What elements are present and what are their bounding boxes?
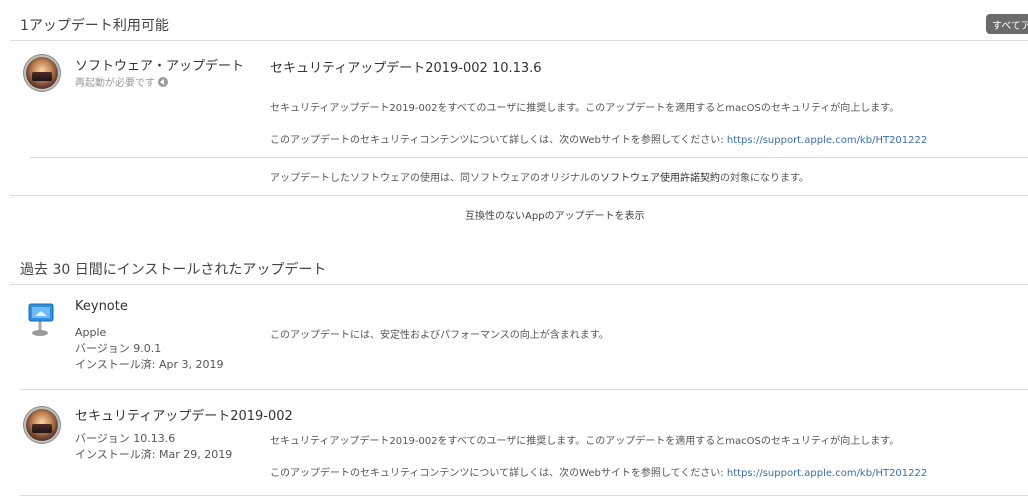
license-suffix: の対象になります。 — [720, 173, 809, 184]
installed-app-description: このアップデートには、安定性およびパフォーマンスの向上が含まれます。 — [270, 330, 609, 341]
divider — [10, 284, 1028, 285]
installed-app-name: Keynote — [75, 299, 128, 314]
support-link[interactable]: https://support.apple.com/kb/HT201222 — [727, 135, 927, 146]
show-incompatible-updates-link[interactable]: 互換性のないAppのアップデートを表示 — [465, 207, 645, 222]
installed-app-more-info: このアップデートのセキュリティコンテンツについて詳しくは、次のWebサイトを参照… — [270, 464, 927, 479]
keynote-icon — [28, 303, 54, 336]
divider — [10, 40, 1028, 41]
divider — [20, 389, 1028, 390]
restart-required-note: 再起動が必要です — [75, 74, 168, 89]
update-all-button[interactable]: すべてア — [986, 14, 1028, 34]
available-updates-title: 1アップデート利用可能 — [20, 18, 169, 34]
installed-app-version: バージョン 9.0.1 — [75, 342, 162, 355]
update-description: セキュリティアップデート2019-002をすべてのユーザに推奨します。このアップ… — [270, 103, 900, 114]
installed-app-date: インストール済: Mar 29, 2019 — [75, 448, 233, 461]
more-info-text: このアップデートのセキュリティコンテンツについて詳しくは、次のWebサイトを参照… — [270, 468, 727, 479]
installed-app-version: バージョン 10.13.6 — [75, 432, 176, 445]
support-link[interactable]: https://support.apple.com/kb/HT201222 — [727, 468, 927, 479]
macos-icon — [26, 57, 58, 89]
restart-note-text: 再起動が必要です — [75, 78, 155, 89]
license-prefix: アップデートしたソフトウェアの使用は、同ソフトウェアのオリジナルの — [270, 173, 600, 184]
license-note: アップデートしたソフトウェアの使用は、同ソフトウェアのオリジナルのソフトウェア使… — [270, 169, 809, 184]
divider — [20, 495, 1028, 496]
divider — [30, 157, 1028, 158]
restart-icon[interactable] — [158, 77, 168, 87]
more-info-text: このアップデートのセキュリティコンテンツについて詳しくは、次のWebサイトを参照… — [270, 135, 727, 146]
installed-app-date: インストール済: Apr 3, 2019 — [75, 358, 224, 371]
installed-updates-title: 過去 30 日間にインストールされたアップデート — [20, 262, 327, 278]
installed-app-vendor: Apple — [75, 326, 107, 339]
installed-app-description: セキュリティアップデート2019-002をすべてのユーザに推奨します。このアップ… — [270, 436, 900, 447]
license-agreement-link[interactable]: ソフトウェア使用許諾契約 — [600, 173, 720, 184]
installed-app-name: セキュリティアップデート2019-002 — [75, 409, 293, 424]
update-title: セキュリティアップデート2019-002 10.13.6 — [270, 61, 542, 76]
divider — [10, 195, 1028, 196]
macos-icon — [26, 409, 58, 441]
app-name: ソフトウェア・アップデート — [75, 59, 245, 74]
update-more-info: このアップデートのセキュリティコンテンツについて詳しくは、次のWebサイトを参照… — [270, 131, 927, 146]
